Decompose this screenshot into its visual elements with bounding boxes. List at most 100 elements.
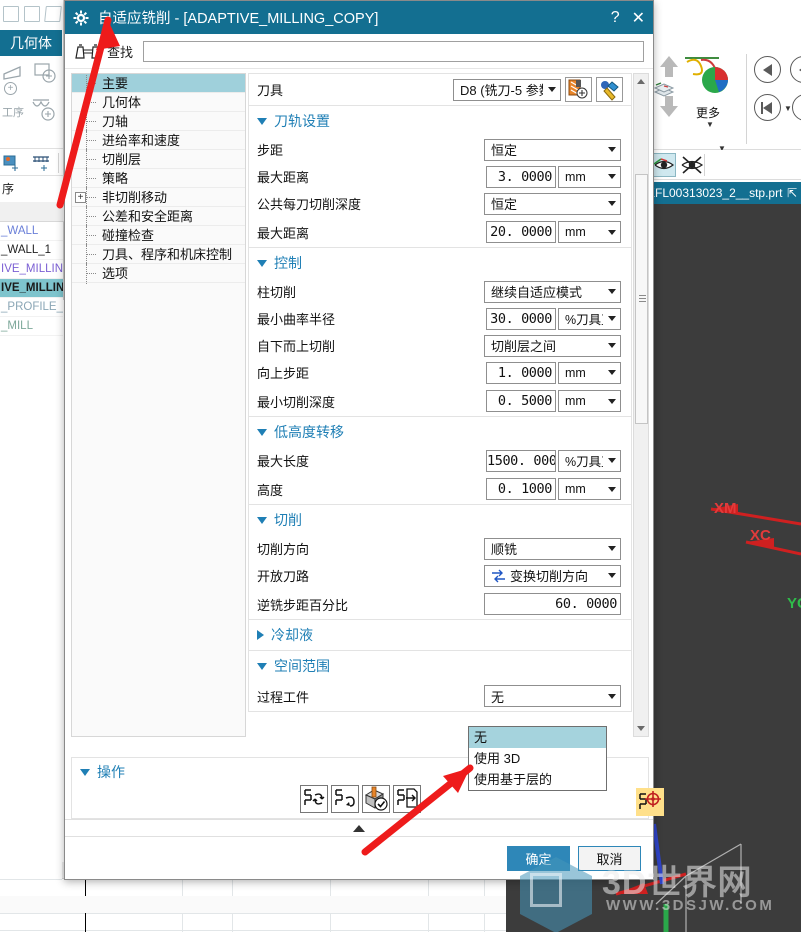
- background-file-tab[interactable]: KFL00313023_2__stp.prt ⇱: [645, 182, 801, 204]
- nav-item-non-cutting-moves[interactable]: + 非切削移动: [72, 187, 245, 208]
- step-backward-icon[interactable]: [754, 56, 781, 83]
- height-unit-select[interactable]: mm: [558, 478, 621, 500]
- group-header-spatial-range[interactable]: 空间范围: [249, 651, 631, 681]
- dropdown-option-use-level-based[interactable]: 使用基于层的: [469, 769, 606, 790]
- min-curvature-unit-select[interactable]: %刀具直: [558, 307, 621, 330]
- scroll-down-button[interactable]: [634, 721, 648, 736]
- paste-icon[interactable]: [24, 6, 40, 22]
- column-cutting-select[interactable]: 继续自适应模式: [484, 280, 621, 303]
- nav-item-feeds-speeds[interactable]: 进给率和速度: [72, 130, 245, 151]
- edit-tool-icon[interactable]: [565, 77, 592, 102]
- group-header-coolant[interactable]: 冷却液: [249, 620, 631, 650]
- playback-caret-icon[interactable]: ▼: [784, 104, 792, 113]
- help-button[interactable]: ?: [611, 9, 620, 27]
- max-length-unit-select[interactable]: %刀具直: [558, 449, 621, 472]
- layers-icon[interactable]: [652, 80, 678, 102]
- background-operation-tree[interactable]: _WALL _WALL_1 IVE_MILLIN IVE_MILLIN _PRO…: [0, 222, 63, 412]
- scroll-thumb[interactable]: [635, 174, 648, 424]
- more-label[interactable]: 更多: [696, 104, 720, 121]
- show-toolpath-icon[interactable]: [652, 153, 676, 177]
- group-header-cutting[interactable]: 切削: [249, 505, 631, 535]
- dropdown-option-use-3d[interactable]: 使用 3D: [469, 748, 606, 769]
- create-method-icon[interactable]: [32, 98, 60, 124]
- tree-row-5[interactable]: _MILL: [0, 317, 63, 336]
- machine-coordinate-icon[interactable]: [31, 152, 55, 174]
- max-length-input[interactable]: 1500. 0000: [486, 449, 556, 472]
- min-cut-depth-input[interactable]: 0. 5000: [486, 390, 556, 412]
- in-process-workpiece-dropdown[interactable]: 无 使用 3D 使用基于层的: [468, 726, 607, 791]
- nav-item-main[interactable]: 主要: [72, 74, 245, 94]
- play-icon[interactable]: [792, 94, 801, 121]
- in-process-workpiece-select[interactable]: 无: [484, 685, 621, 707]
- open-toolpath-select[interactable]: 变换切削方向: [484, 564, 621, 587]
- expand-icon[interactable]: +: [75, 192, 86, 203]
- analysis-pie-icon[interactable]: [683, 52, 737, 104]
- stepover-select[interactable]: 恒定: [484, 138, 621, 161]
- upward-stepover-input[interactable]: 1. 0000: [486, 361, 556, 384]
- row-label: 步距: [257, 143, 284, 158]
- nav-item-collision-check[interactable]: 碰撞检查: [72, 225, 245, 246]
- background-ribbon-tab-geometry[interactable]: 几何体: [0, 30, 62, 56]
- tool-select[interactable]: D8 (铣刀-5 参数): [453, 78, 561, 101]
- group-header-low-height-transfer[interactable]: 低高度转移: [249, 417, 631, 447]
- tree-row-3[interactable]: IVE_MILLIN: [0, 279, 63, 298]
- max-distance-input[interactable]: 3. 0000: [486, 165, 556, 188]
- common-depth-select[interactable]: 恒定: [484, 192, 621, 215]
- conventional-stepover-input[interactable]: 60. 0000: [484, 593, 621, 615]
- move-down-icon[interactable]: [660, 106, 678, 117]
- dropdown-option-none[interactable]: 无: [469, 727, 606, 748]
- min-cut-depth-unit-select[interactable]: mm: [558, 390, 621, 412]
- dialog-titlebar[interactable]: 自适应铣削 - [ADAPTIVE_MILLING_COPY] ? ✕: [65, 1, 653, 34]
- tree-row-0[interactable]: _WALL: [0, 222, 63, 241]
- nav-item-cut-levels[interactable]: 切削层: [72, 149, 245, 170]
- hide-toolpath-icon[interactable]: [680, 153, 704, 177]
- cancel-button[interactable]: 取消: [578, 845, 641, 871]
- nav-item-tool-program-machine[interactable]: 刀具、程序和机床控制: [72, 244, 245, 265]
- tree-connector-icon: [86, 149, 98, 170]
- list-toolpath-icon[interactable]: [392, 785, 421, 813]
- nav-item-strategy[interactable]: 策略: [72, 168, 245, 189]
- upward-stepover-unit-select[interactable]: mm: [558, 361, 621, 384]
- row-max-distance-1: 最大距离 3. 0000 mm: [249, 163, 631, 190]
- create-geometry-icon[interactable]: +: [4, 82, 17, 95]
- dialog-collapse-bar[interactable]: [65, 819, 653, 837]
- locate-toolpath-icon[interactable]: [636, 788, 664, 816]
- workpiece-icon[interactable]: [3, 153, 25, 173]
- close-button[interactable]: ✕: [632, 8, 645, 28]
- dialog-nav-pane[interactable]: 主要 几何体 刀轴 进给率和速度 切削层 策略 + 非切削移动 公差和安全距离 …: [71, 73, 246, 737]
- cut-direction-select[interactable]: 顺铣: [484, 537, 621, 560]
- rewind-icon[interactable]: [754, 94, 781, 121]
- replay-toolpath-icon[interactable]: [330, 785, 359, 813]
- scroll-up-button[interactable]: [634, 74, 648, 89]
- ok-button[interactable]: 确定: [507, 845, 570, 871]
- nav-item-options[interactable]: 选项: [72, 263, 245, 284]
- max-distance-unit-select[interactable]: mm: [558, 165, 621, 188]
- group-tool: 刀具 D8 (铣刀-5 参数): [248, 73, 632, 106]
- group-header-control[interactable]: 控制: [249, 248, 631, 278]
- transform-icon[interactable]: [44, 6, 62, 22]
- group-header-toolpath-settings[interactable]: 刀轨设置: [249, 106, 631, 136]
- max-distance-2-unit-select[interactable]: mm: [558, 221, 621, 243]
- tree-row-2[interactable]: IVE_MILLIN: [0, 260, 63, 279]
- create-program-icon[interactable]: [34, 62, 58, 84]
- height-input[interactable]: 0. 1000: [486, 478, 556, 500]
- tree-row-1[interactable]: _WALL_1: [0, 241, 63, 260]
- min-curvature-radius-input[interactable]: 30. 0000: [486, 307, 556, 330]
- tool-library-icon[interactable]: [596, 77, 623, 102]
- bottom-up-cutting-select[interactable]: 切削层之间: [484, 334, 621, 357]
- verify-toolpath-icon[interactable]: [361, 785, 390, 813]
- more-caret-icon[interactable]: ▼: [706, 120, 714, 129]
- group-title: 冷却液: [271, 627, 313, 643]
- nav-item-tolerance-clearance[interactable]: 公差和安全距离: [72, 206, 245, 227]
- search-input[interactable]: [143, 40, 644, 62]
- options-scrollbar[interactable]: [633, 73, 649, 737]
- tree-row-4[interactable]: _PROFILE_S: [0, 298, 63, 317]
- nav-item-geometry[interactable]: 几何体: [72, 92, 245, 113]
- file-detach-icon[interactable]: ⇱: [787, 182, 797, 204]
- row-conventional-stepover-pct: 逆铣步距百分比 60. 0000: [249, 589, 631, 619]
- nav-item-tool-axis[interactable]: 刀轴: [72, 111, 245, 132]
- copy-icon[interactable]: [3, 6, 19, 22]
- max-distance-2-input[interactable]: 20. 0000: [486, 221, 556, 243]
- step-forward-icon[interactable]: [790, 56, 801, 83]
- generate-toolpath-icon[interactable]: [299, 785, 328, 813]
